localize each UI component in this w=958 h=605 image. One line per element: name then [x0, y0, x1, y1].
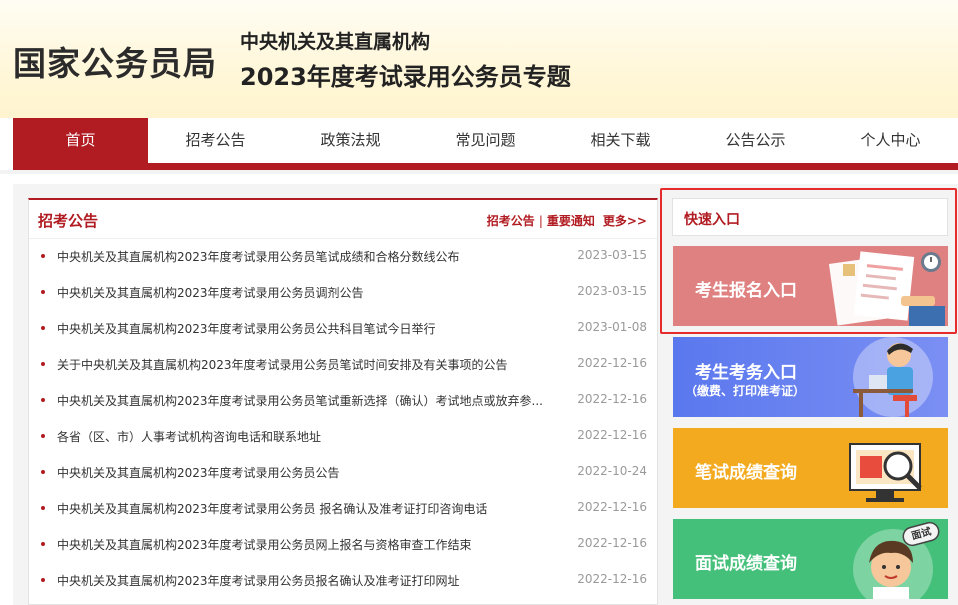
list-item[interactable]: 中央机关及其直属机构2023年度考试录用公务员公共科目笔试今日举行 2023-01…: [29, 310, 657, 346]
subtitle-line2: 2023年度考试录用公务员专题: [240, 63, 571, 91]
announcements-title: 招考公告: [38, 212, 99, 230]
item-title[interactable]: 中央机关及其直属机构2023年度考试录用公务员调剂公告: [57, 284, 557, 301]
student-desk-illustration-icon: [853, 337, 933, 417]
list-item[interactable]: 中央机关及其直属机构2023年度考试录用公务员调剂公告 2023-03-15: [29, 274, 657, 310]
site-title[interactable]: 国家公务员局: [13, 37, 217, 85]
bullet-icon: [41, 362, 45, 366]
bullet-icon: [41, 578, 45, 582]
announcements-links: 招考公告 | 重要通知 更多>>: [487, 212, 647, 229]
link-important-notice[interactable]: 重要通知: [547, 214, 595, 228]
subtitle-line1: 中央机关及其直属机构: [240, 31, 431, 53]
item-date: 2022-12-16: [577, 392, 647, 406]
more-link[interactable]: 更多>>: [603, 214, 647, 228]
list-item[interactable]: 中央机关及其直属机构2023年度考试录用公务员网上报名与资格审查工作结束 2022…: [29, 526, 657, 562]
item-date: 2022-12-16: [577, 356, 647, 370]
nav-underline: [13, 163, 958, 170]
list-item[interactable]: 关于中央机关及其直属机构2023年度考试录用公务员笔试时间安排及有关事项的公告 2…: [29, 346, 657, 382]
announcements-panel: 招考公告 招考公告 | 重要通知 更多>> 中央机关及其直属机构2023年度考试录用公…: [28, 198, 658, 605]
item-title[interactable]: 中央机关及其直属机构2023年度考试录用公务员 报名确认及准考证打印咨询电话: [57, 500, 557, 517]
bullet-icon: [41, 506, 45, 510]
computer-search-illustration-icon: [849, 443, 922, 502]
nav-downloads[interactable]: 相关下载: [553, 118, 688, 163]
item-title[interactable]: 中央机关及其直属机构2023年度考试录用公务员公共科目笔试今日举行: [57, 320, 557, 337]
exam-affairs-entry-sublabel: （缴费、打印准考证）: [685, 384, 806, 398]
site-header: 国家公务员局 中央机关及其直属机构 2023年度考试录用公务员专题: [0, 0, 958, 118]
list-item[interactable]: 中央机关及其直属机构2023年度考试录用公务员 报名确认及准考证打印咨询电话 20…: [29, 490, 657, 526]
item-date: 2022-12-16: [577, 536, 647, 550]
nav-home[interactable]: 首页: [13, 118, 148, 163]
bullet-icon: [41, 470, 45, 474]
bullet-icon: [41, 254, 45, 258]
written-score-query-label: 笔试成绩查询: [695, 463, 797, 483]
item-date: 2022-10-24: [577, 464, 647, 478]
item-title[interactable]: 中央机关及其直属机构2023年度考试录用公务员网上报名与资格审查工作结束: [57, 536, 557, 553]
registration-entry-label: 考生报名入口: [695, 281, 797, 301]
exam-affairs-entry-label: 考生考务入口: [695, 363, 797, 383]
item-title[interactable]: 中央机关及其直属机构2023年度考试录用公务员报名确认及准考证打印网址: [57, 572, 557, 589]
nav-personal-center[interactable]: 个人中心: [823, 118, 958, 163]
main-nav: 首页 招考公告 政策法规 常见问题 相关下载 公告公示 个人中心: [13, 118, 958, 163]
item-title[interactable]: 关于中央机关及其直属机构2023年度考试录用公务员笔试时间安排及有关事项的公告: [57, 356, 557, 373]
registration-entry-button[interactable]: 考生报名入口: [673, 246, 948, 326]
bullet-icon: [41, 326, 45, 330]
item-title[interactable]: 中央机关及其直属机构2023年度考试录用公务员笔试成绩和合格分数线公布: [57, 248, 557, 265]
list-item[interactable]: 中央机关及其直属机构2023年度考试录用公务员笔试重新选择（确认）考试地点或放弃…: [29, 382, 657, 418]
quick-entry-header: 快速入口: [672, 198, 948, 236]
interview-score-query-label: 面试成绩查询: [695, 554, 797, 574]
item-date: 2022-12-16: [577, 572, 647, 586]
item-date: 2023-03-15: [577, 284, 647, 298]
bullet-icon: [41, 434, 45, 438]
exam-affairs-entry-button[interactable]: 考生考务入口 （缴费、打印准考证）: [673, 337, 948, 417]
item-date: 2022-12-16: [577, 428, 647, 442]
item-title[interactable]: 中央机关及其直属机构2023年度考试录用公务员公告: [57, 464, 557, 481]
list-item[interactable]: 各省（区、市）人事考试机构咨询电话和联系地址 2022-12-16: [29, 418, 657, 454]
item-date: 2023-01-08: [577, 320, 647, 334]
bullet-icon: [41, 290, 45, 294]
list-item[interactable]: 中央机关及其直属机构2023年度考试录用公务员笔试成绩和合格分数线公布 2023-…: [29, 238, 657, 274]
nav-recruit-notice[interactable]: 招考公告: [148, 118, 283, 163]
quick-entry-title: 快速入口: [684, 212, 740, 228]
nav-publicity[interactable]: 公告公示: [688, 118, 823, 163]
list-item[interactable]: 中央机关及其直属机构2023年度考试录用公务员公告 2022-10-24: [29, 454, 657, 490]
bullet-icon: [41, 542, 45, 546]
nav-faq[interactable]: 常见问题: [418, 118, 553, 163]
list-item[interactable]: 中央机关及其直属机构2023年度考试录用公务员报名确认及准考证打印网址 2022-…: [29, 562, 657, 598]
item-date: 2022-12-16: [577, 500, 647, 514]
item-date: 2023-03-15: [577, 248, 647, 262]
bullet-icon: [41, 398, 45, 402]
written-score-query-button[interactable]: 笔试成绩查询: [673, 428, 948, 508]
nav-policy[interactable]: 政策法规: [283, 118, 418, 163]
item-title[interactable]: 各省（区、市）人事考试机构咨询电话和联系地址: [57, 428, 557, 445]
link-recruit-notice[interactable]: 招考公告: [487, 214, 535, 228]
interview-score-query-button[interactable]: 面试成绩查询 面试: [673, 519, 948, 599]
registration-illustration-icon: [828, 251, 945, 326]
link-separator: |: [538, 214, 543, 228]
nav-shadow: [0, 170, 958, 174]
item-title[interactable]: 中央机关及其直属机构2023年度考试录用公务员笔试重新选择（确认）考试地点或放弃…: [57, 392, 557, 409]
